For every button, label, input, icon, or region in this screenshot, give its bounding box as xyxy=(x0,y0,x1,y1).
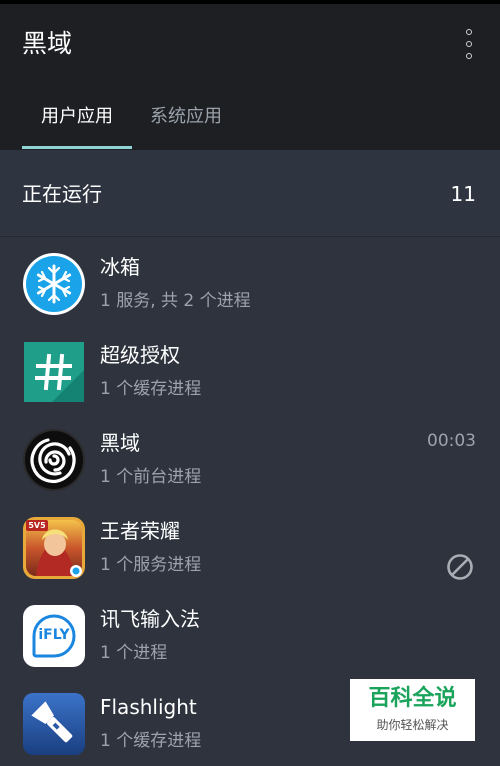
watermark-title: 百科全说 xyxy=(368,686,457,711)
section-label: 正在运行 xyxy=(22,182,102,206)
tab-system-apps[interactable]: 系统应用 xyxy=(150,104,222,130)
app-row-superuser[interactable]: 超级授权 1 个缓存进程 xyxy=(0,326,500,414)
app-row-ifly-ime[interactable]: iFLY 讯飞输入法 1 个进程 xyxy=(0,590,500,678)
app-name: 讯飞输入法 xyxy=(100,607,200,631)
app-row-ice-box[interactable]: 冰箱 1 服务, 共 2 个进程 xyxy=(0,238,500,326)
run-time: 00:03 xyxy=(427,431,476,451)
app-status: 1 个前台进程 xyxy=(100,467,202,487)
watermark-logo: 百科全说 助你轻松解决 xyxy=(350,679,475,741)
app-name: 王者荣耀 xyxy=(100,519,180,543)
spiral-icon xyxy=(23,429,85,491)
status-bar xyxy=(0,0,500,4)
block-icon[interactable] xyxy=(446,553,474,581)
overflow-menu-icon[interactable] xyxy=(458,27,482,61)
app-name: Flashlight xyxy=(100,695,197,719)
game-badge: 5V5 xyxy=(28,521,46,530)
watermark-subtitle: 助你轻松解决 xyxy=(376,718,449,732)
snowflake-icon xyxy=(23,253,85,315)
app-name: 黑域 xyxy=(100,431,140,455)
app-name: 冰箱 xyxy=(100,255,140,279)
running-section-header: 正在运行 11 xyxy=(0,150,500,237)
tab-user-apps[interactable]: 用户应用 xyxy=(22,104,132,130)
app-status: 1 个进程 xyxy=(100,643,168,663)
app-status: 1 个缓存进程 xyxy=(100,731,202,751)
hash-icon xyxy=(24,342,84,402)
tab-indicator xyxy=(22,146,132,149)
flashlight-icon xyxy=(23,693,85,755)
app-status: 1 服务, 共 2 个进程 xyxy=(100,291,251,311)
app-name: 超级授权 xyxy=(100,343,180,367)
app-bar: 黑域 用户应用 系统应用 xyxy=(0,0,500,150)
app-status: 1 个服务进程 xyxy=(100,555,202,575)
app-title: 黑域 xyxy=(22,29,73,58)
app-row-honor-of-kings[interactable]: 5V5 王者荣耀 1 个服务进程 xyxy=(0,502,500,590)
running-count: 11 xyxy=(450,182,476,206)
ifly-icon-text: iFLY xyxy=(38,627,70,643)
app-status: 1 个缓存进程 xyxy=(100,379,202,399)
app-row-brevent[interactable]: 黑域 1 个前台进程 00:03 xyxy=(0,414,500,502)
